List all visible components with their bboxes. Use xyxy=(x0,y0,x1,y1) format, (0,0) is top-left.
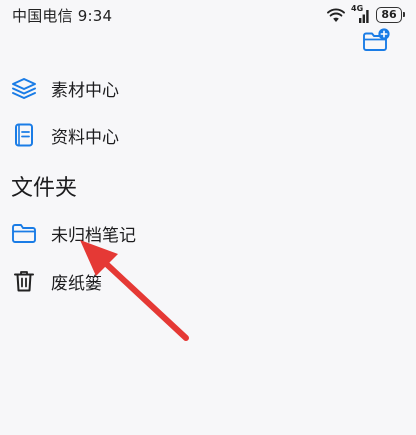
status-indicators: 4G 86 xyxy=(326,4,405,25)
layers-icon xyxy=(10,74,38,102)
battery-indicator: 86 xyxy=(376,7,405,23)
network-type: 4G xyxy=(351,4,364,13)
trash-icon xyxy=(10,267,38,295)
folder-item-trash[interactable]: 废纸篓 xyxy=(10,265,102,297)
document-icon xyxy=(10,121,38,149)
folder-item-label: 未归档笔记 xyxy=(51,225,136,246)
nav-item-resources[interactable]: 资料中心 xyxy=(10,119,119,151)
folder-icon xyxy=(10,219,38,247)
folders-section-title: 文件夹 xyxy=(11,176,78,201)
nav-item-label: 资料中心 xyxy=(51,127,119,148)
new-folder-button[interactable] xyxy=(362,28,390,52)
wifi-icon xyxy=(327,8,345,22)
cellular-signal-icon: 4G xyxy=(350,4,372,24)
folder-item-unfiled-notes[interactable]: 未归档笔记 xyxy=(10,217,136,249)
carrier-time: 中国电信 9:34 xyxy=(12,7,113,25)
status-bar: 中国电信 9:34 4G 86 xyxy=(0,0,416,30)
folder-plus-icon xyxy=(363,28,390,51)
folder-item-label: 废纸篓 xyxy=(51,273,102,294)
nav-item-label: 素材中心 xyxy=(51,80,119,101)
nav-item-materials[interactable]: 素材中心 xyxy=(10,72,119,104)
